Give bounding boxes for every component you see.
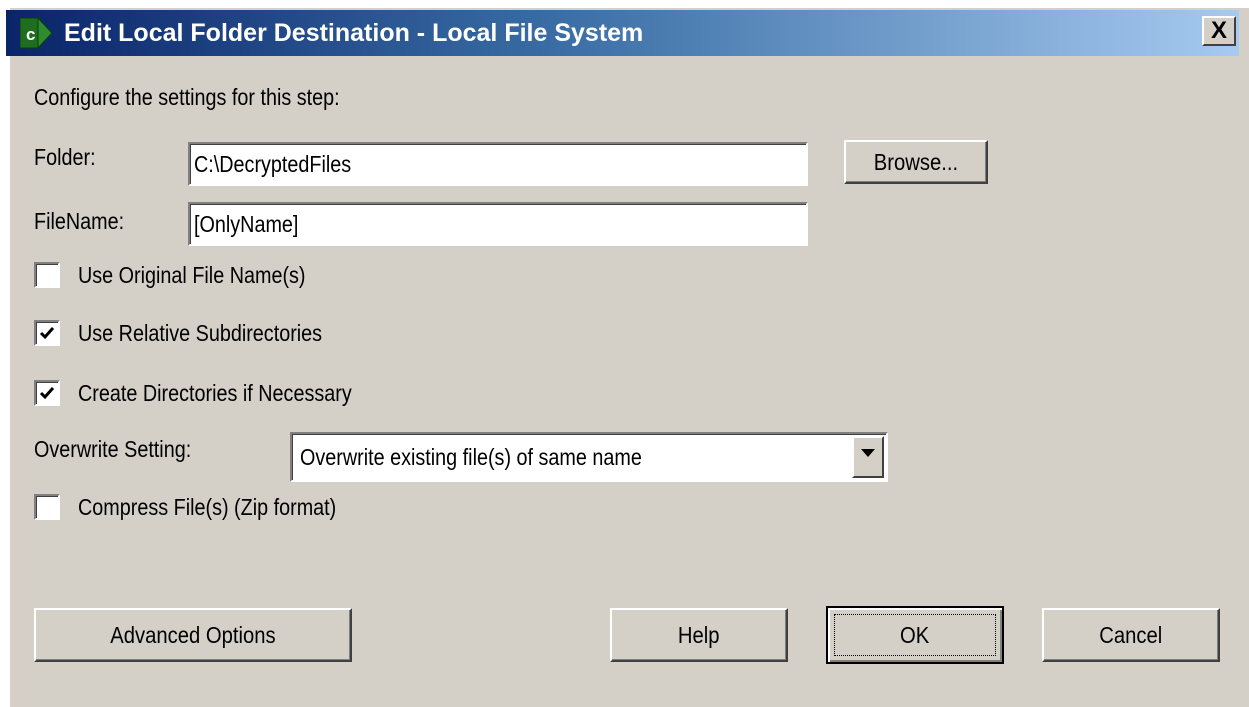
intro-text: Configure the settings for this step: (34, 84, 340, 110)
help-label: Help (678, 621, 720, 648)
cancel-label: Cancel (1099, 621, 1163, 648)
folder-label: Folder: (34, 144, 96, 170)
svg-text:c: c (26, 25, 35, 44)
overwrite-label: Overwrite Setting: (34, 436, 192, 462)
advanced-options-button[interactable]: Advanced Options (34, 608, 352, 662)
advanced-options-label: Advanced Options (110, 621, 276, 648)
overwrite-select[interactable]: Overwrite existing file(s) of same name (290, 432, 888, 482)
use-relative-checkbox[interactable] (34, 320, 60, 346)
dialog-window (8, 6, 1249, 707)
dropdown-button[interactable] (852, 436, 884, 478)
browse-button[interactable]: Browse... (844, 140, 988, 184)
title-bar[interactable]: c Edit Local Folder Destination - Local … (6, 10, 1239, 56)
use-original-checkbox[interactable] (34, 262, 60, 288)
overwrite-value: Overwrite existing file(s) of same name (300, 443, 642, 470)
filename-value: [OnlyName] (194, 210, 299, 237)
folder-value: C:\DecryptedFiles (194, 150, 352, 177)
use-original-label[interactable]: Use Original File Name(s) (78, 262, 306, 289)
create-dirs-checkbox[interactable] (34, 380, 60, 406)
app-arrow-icon: c (19, 16, 53, 50)
ok-label: OK (900, 621, 930, 648)
close-button[interactable]: X (1202, 16, 1236, 46)
check-icon (39, 327, 55, 340)
cancel-button[interactable]: Cancel (1042, 608, 1220, 662)
compress-checkbox[interactable] (34, 494, 60, 520)
filename-input[interactable]: [OnlyName] (188, 202, 808, 246)
chevron-down-icon (861, 449, 875, 457)
compress-label[interactable]: Compress File(s) (Zip format) (78, 494, 336, 521)
use-relative-label[interactable]: Use Relative Subdirectories (78, 320, 322, 347)
folder-input[interactable]: C:\DecryptedFiles (188, 142, 808, 186)
check-icon (39, 387, 55, 400)
browse-label: Browse... (873, 148, 959, 175)
filename-label: FileName: (34, 208, 125, 234)
help-button[interactable]: Help (610, 608, 788, 662)
window-title: Edit Local Folder Destination - Local Fi… (64, 19, 644, 47)
create-dirs-label[interactable]: Create Directories if Necessary (78, 380, 352, 407)
ok-button[interactable]: OK (826, 606, 1004, 664)
close-icon: X (1210, 17, 1227, 44)
